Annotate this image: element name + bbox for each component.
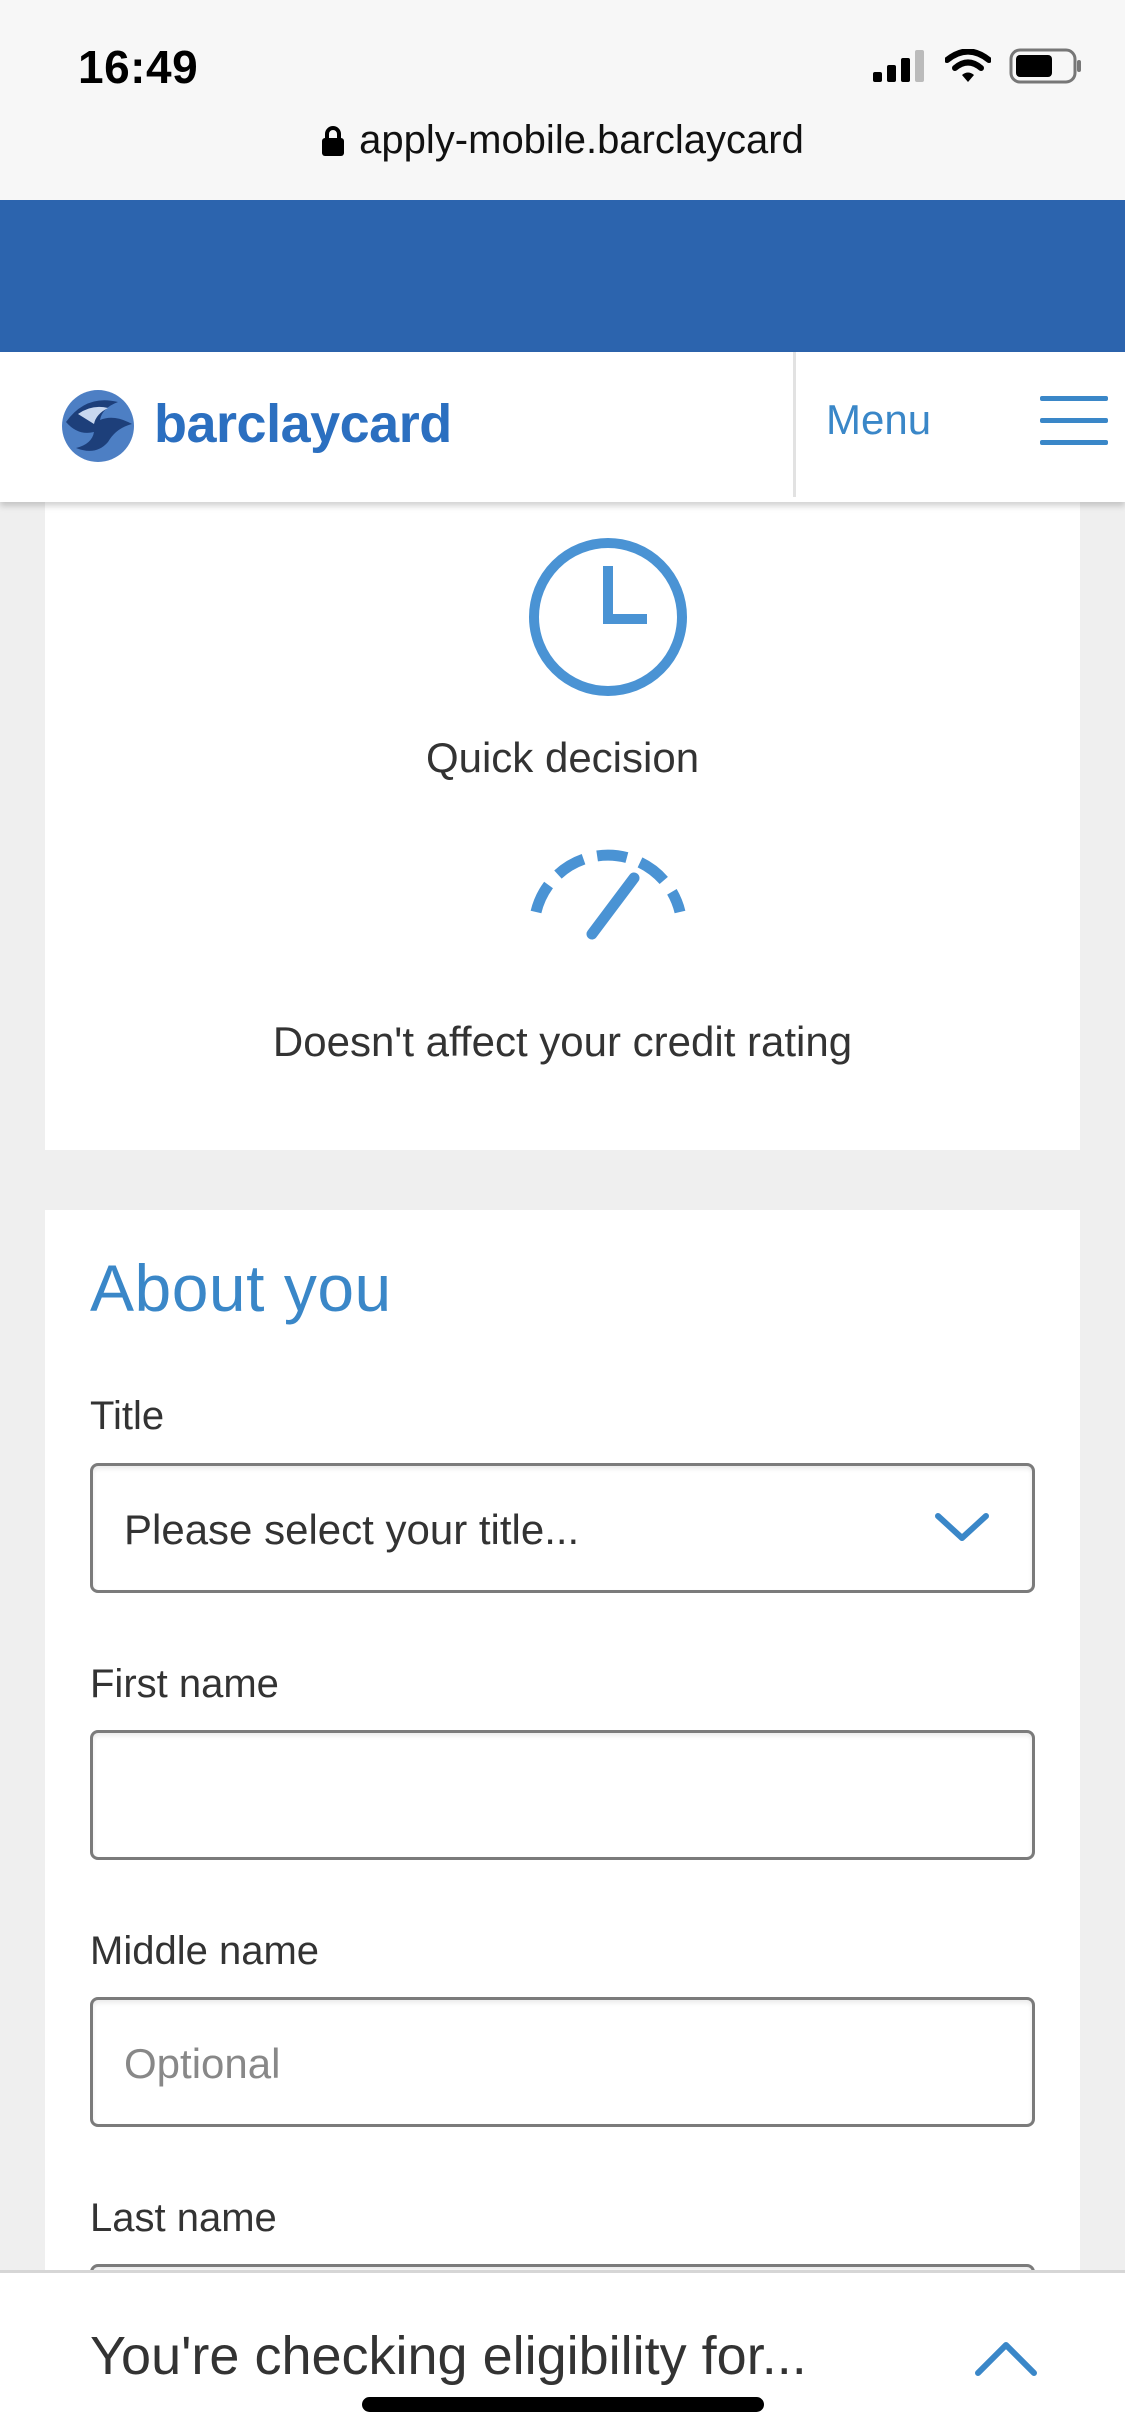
status-time: 16:49: [78, 41, 199, 93]
url-bar[interactable]: apply-mobile.barclaycard: [0, 118, 1125, 163]
eligibility-text: You're checking eligibility for...: [90, 2326, 807, 2386]
barclaycard-logo[interactable]: barclaycard: [56, 384, 452, 464]
signal-icon: [873, 50, 924, 82]
url-text: apply-mobile.barclaycard: [359, 118, 804, 162]
middle-name-field[interactable]: Optional: [90, 1997, 1035, 2127]
eagle-logo-icon: [62, 390, 134, 462]
system-icons: [873, 48, 1083, 84]
site-header: barclaycard Menu: [0, 352, 1125, 502]
title-label: Title: [90, 1394, 165, 1438]
page: 16:49 apply-mobile.barclaycard barclayca…: [0, 0, 1125, 2436]
title-select-value: Please select your title...: [124, 1506, 580, 1553]
feature-quick-decision: Quick decision: [425, 734, 700, 781]
brand-banner: [0, 200, 1125, 352]
chevron-down-icon: [935, 1513, 989, 1541]
gauge-icon: [530, 849, 686, 940]
battery-icon: [1009, 48, 1081, 84]
first-name-field[interactable]: [90, 1730, 1035, 1860]
clock-icon: [529, 538, 687, 696]
features-card: Quick decision Doesn't affect your credi…: [45, 502, 1080, 1150]
lock-icon: [322, 125, 345, 156]
section-title: About you: [90, 1251, 392, 1325]
title-select[interactable]: Please select your title...: [90, 1463, 1035, 1593]
wifi-icon: [945, 49, 991, 82]
header-divider: [793, 352, 796, 497]
status-bar: 16:49 apply-mobile.barclaycard: [0, 0, 1125, 200]
about-you-card: About you Title Please select your title…: [45, 1210, 1080, 2394]
logo-wordmark: barclaycard: [154, 394, 452, 454]
middle-name-placeholder: Optional: [124, 2040, 281, 2087]
middle-name-label: Middle name: [90, 1929, 320, 1973]
chevron-up-icon[interactable]: [974, 2339, 1038, 2379]
hamburger-icon[interactable]: [1040, 396, 1108, 452]
first-name-label: First name: [90, 1662, 279, 1706]
menu-button[interactable]: Menu: [826, 396, 931, 444]
feature-credit-rating: Doesn't affect your credit rating: [272, 1018, 853, 1065]
home-indicator[interactable]: [362, 2397, 764, 2412]
last-name-label: Last name: [90, 2196, 277, 2240]
